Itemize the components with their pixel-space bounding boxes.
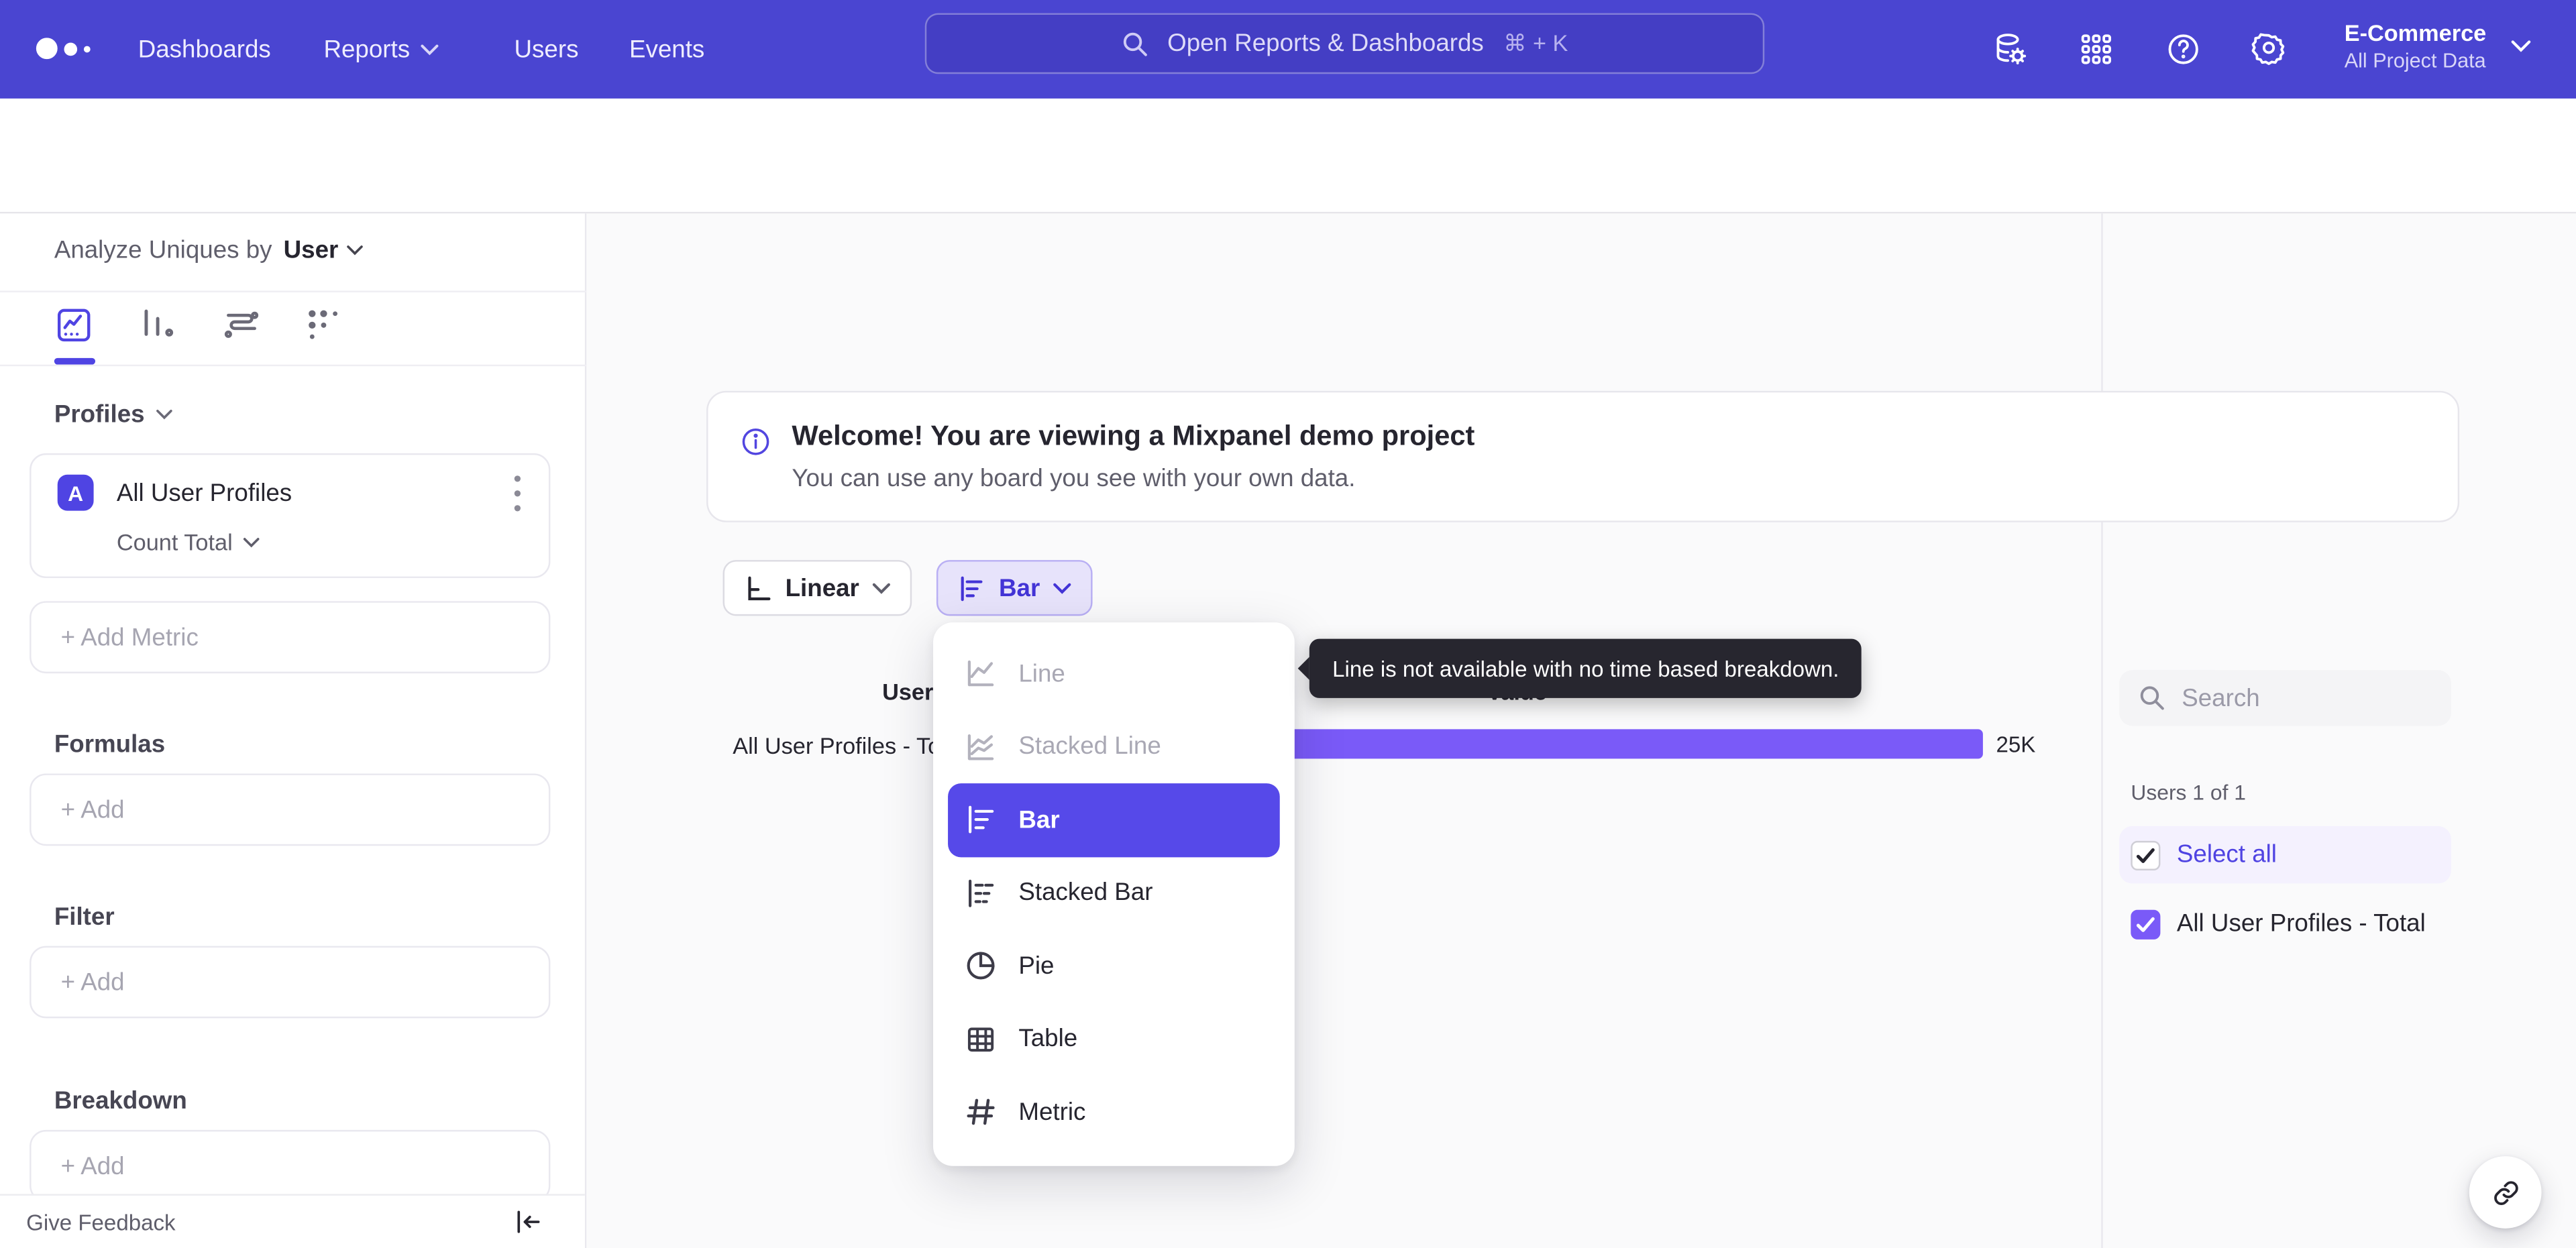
- project-name: E-Commerce: [2344, 19, 2487, 46]
- report-header: Untitled + Add description... ••• Save: [0, 98, 2576, 276]
- search-placeholder: Open Reports & Dashboards: [1167, 30, 1484, 58]
- chart-type-dropdown: Line Stacked Line Bar Stacked Bar Pie Ta…: [933, 622, 1295, 1166]
- filter-section-heading: Filter: [54, 903, 115, 931]
- mixpanel-app: Dashboards Reports Users Events Open Rep…: [0, 0, 2576, 1248]
- tab-retention[interactable]: [304, 306, 343, 345]
- project-switcher[interactable]: E-Commerce All Project Data: [2345, 18, 2487, 74]
- linear-axis-icon: [748, 575, 771, 600]
- metric-kebab-menu[interactable]: • • •: [506, 467, 529, 519]
- stacked-line-chart-icon: [967, 734, 994, 760]
- chevron-down-icon: [872, 582, 891, 593]
- chevron-down-icon: [347, 245, 363, 256]
- check-icon: [2136, 847, 2155, 862]
- share-link-fab[interactable]: [2469, 1156, 2542, 1229]
- series-row-label: All User Profiles - Total: [733, 732, 965, 759]
- query-builder-sidebar: Analyze Uniques by User Profiles A All U…: [0, 213, 587, 1248]
- demo-banner: Welcome! You are viewing a Mixpanel demo…: [706, 390, 2460, 522]
- series-checkbox[interactable]: [2131, 909, 2161, 939]
- nav-events[interactable]: Events: [629, 0, 704, 99]
- help-icon[interactable]: [2165, 32, 2202, 68]
- link-icon: [2493, 1180, 2518, 1204]
- series-search-placeholder: Search: [2182, 684, 2260, 712]
- report-canvas: Welcome! You are viewing a Mixpanel demo…: [586, 213, 2576, 1248]
- metric-letter-badge: A: [57, 474, 94, 511]
- dropdown-item-stacked-bar[interactable]: Stacked Bar: [948, 856, 1280, 929]
- dropdown-item-table[interactable]: Table: [948, 1003, 1280, 1076]
- global-search-input[interactable]: Open Reports & Dashboards ⌘ + K: [924, 13, 1765, 74]
- collapse-sidebar-icon[interactable]: [513, 1207, 542, 1237]
- profiles-section-heading[interactable]: Profiles: [54, 401, 172, 429]
- dropdown-item-bar[interactable]: Bar: [948, 783, 1280, 857]
- metric-card[interactable]: A All User Profiles • • • Count Total: [30, 453, 551, 579]
- nav-users[interactable]: Users: [515, 0, 579, 99]
- time-scale-button[interactable]: Linear: [722, 560, 912, 616]
- chevron-down-icon: [242, 536, 259, 547]
- analyze-by-dropdown[interactable]: User: [284, 237, 363, 264]
- nav-reports[interactable]: Reports: [323, 0, 438, 99]
- info-icon: [741, 427, 770, 457]
- formulas-section-heading: Formulas: [54, 730, 166, 759]
- dropdown-item-metric[interactable]: Metric: [948, 1076, 1280, 1149]
- divider: [0, 364, 587, 367]
- line-chart-icon: [967, 661, 994, 687]
- metric-name[interactable]: All User Profiles: [117, 479, 292, 508]
- bar-chart-icon: [961, 575, 983, 601]
- select-all-checkbox[interactable]: [2131, 840, 2161, 870]
- active-tab-indicator: [54, 357, 96, 365]
- top-nav: Dashboards Reports Users Events Open Rep…: [0, 0, 2576, 99]
- add-formula-button[interactable]: + Add: [30, 773, 551, 846]
- analyze-uniques-row: Analyze Uniques by User: [54, 237, 363, 264]
- divider: [2101, 213, 2103, 1248]
- series-search-input[interactable]: Search: [2119, 670, 2451, 726]
- dropdown-item-stacked-line[interactable]: Stacked Line: [948, 710, 1280, 783]
- data-management-icon[interactable]: [1993, 32, 2029, 68]
- select-all-row[interactable]: Select all: [2119, 826, 2451, 884]
- metric-hash-icon: [967, 1099, 995, 1125]
- tab-flows[interactable]: [222, 306, 262, 345]
- add-filter-button[interactable]: + Add: [30, 946, 551, 1019]
- breakdown-section-heading: Breakdown: [54, 1087, 187, 1115]
- search-shortcut: ⌘ + K: [1503, 30, 1568, 56]
- chevron-down-icon: [156, 410, 172, 420]
- line-disabled-tooltip: Line is not available with no time based…: [1297, 638, 1862, 698]
- settings-gear-icon[interactable]: [2251, 32, 2287, 68]
- stacked-bar-chart-icon: [969, 879, 994, 907]
- bar-value-label: 25K: [1996, 732, 2036, 757]
- mixpanel-logo[interactable]: [36, 38, 91, 60]
- series-count-label: Users 1 of 1: [2131, 780, 2246, 805]
- chevron-down-icon: [420, 44, 438, 55]
- dropdown-item-pie[interactable]: Pie: [948, 929, 1280, 1003]
- pie-chart-icon: [967, 952, 995, 980]
- add-metric-button[interactable]: + Add Metric: [30, 601, 551, 674]
- aggregation-dropdown[interactable]: Count Total: [117, 529, 259, 555]
- banner-title: Welcome! You are viewing a Mixpanel demo…: [792, 420, 1475, 452]
- report-type-tabs: [0, 292, 586, 365]
- apps-grid-icon[interactable]: [2078, 32, 2114, 68]
- dropdown-item-line[interactable]: Line: [948, 637, 1280, 710]
- chevron-down-icon: [1053, 582, 1071, 593]
- bar-chart-icon: [969, 806, 994, 834]
- nav-dashboards[interactable]: Dashboards: [138, 0, 271, 99]
- series-toggle-row[interactable]: All User Profiles - Total: [2119, 895, 2451, 953]
- tab-funnels[interactable]: [138, 306, 178, 345]
- add-breakdown-button[interactable]: + Add: [30, 1129, 551, 1202]
- tab-insights[interactable]: [54, 306, 94, 345]
- check-icon: [2136, 916, 2155, 931]
- chevron-down-icon: [2511, 40, 2531, 52]
- banner-subtitle: You can use any board you see with your …: [792, 465, 1356, 493]
- table-icon: [967, 1027, 994, 1052]
- chart-type-button[interactable]: Bar: [936, 560, 1093, 616]
- sidebar-footer: Give Feedback: [0, 1194, 585, 1248]
- give-feedback-link[interactable]: Give Feedback: [26, 1210, 175, 1235]
- search-icon: [2140, 686, 2164, 710]
- search-icon: [1122, 32, 1146, 56]
- project-scope: All Project Data: [2344, 49, 2486, 72]
